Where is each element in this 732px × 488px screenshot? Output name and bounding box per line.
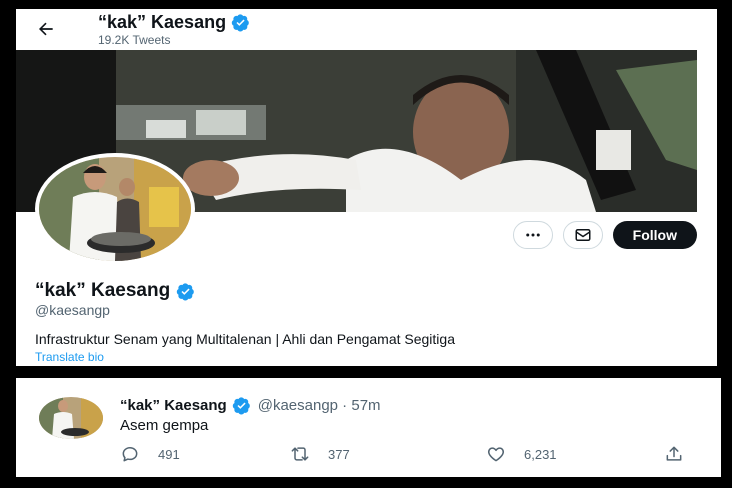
display-name: “kak” Kaesang [35, 280, 171, 301]
retweet-button[interactable]: 377 [290, 444, 350, 464]
profile-header: “kak” Kaesang 19.2K Tweets [16, 9, 717, 51]
message-button[interactable] [562, 221, 603, 249]
profile-handle: @kaesangp [35, 302, 110, 318]
tweet-count: 19.2K Tweets [98, 33, 171, 47]
verified-badge-icon [176, 282, 194, 300]
more-icon [525, 233, 540, 237]
tweet-header: “kak” Kaesang @kaesangp · 57m [120, 396, 381, 415]
profile-avatar[interactable] [35, 153, 195, 265]
follow-button[interactable]: Follow [612, 221, 697, 249]
tweet-text: Asem gempa [120, 417, 209, 434]
tweet-avatar[interactable] [39, 397, 103, 439]
tweet-card[interactable]: “kak” Kaesang @kaesangp · 57m Asem gempa… [16, 378, 721, 477]
reply-count: 491 [158, 446, 180, 462]
reply-button[interactable]: 491 [120, 444, 180, 464]
profile-bio: Infrastruktur Senam yang Multitalenan | … [35, 331, 455, 347]
tweet-author-name[interactable]: “kak” Kaesang [120, 397, 227, 414]
envelope-icon [575, 229, 591, 241]
translate-bio-link[interactable]: Translate bio [35, 350, 104, 364]
tweet-handle-time: @kaesangp · 57m [257, 397, 381, 414]
back-arrow-icon[interactable] [36, 19, 56, 39]
more-options-button[interactable] [512, 221, 553, 249]
share-icon [666, 446, 682, 461]
share-button[interactable] [664, 444, 684, 464]
heart-icon [487, 447, 505, 462]
tweet-actions: 491 377 6,231 [120, 444, 686, 466]
profile-actions: Follow [512, 221, 697, 249]
header-name: “kak” Kaesang [98, 12, 227, 32]
header-name-row: “kak” Kaesang [98, 12, 250, 33]
profile-panel: “kak” Kaesang 19.2K Tweets Follow “kak” … [16, 9, 717, 366]
verified-badge-icon [232, 397, 250, 415]
verified-badge-icon [231, 14, 249, 32]
retweet-count: 377 [328, 446, 350, 462]
retweet-icon [291, 447, 309, 461]
like-button[interactable]: 6,231 [486, 444, 557, 464]
display-name-row: “kak” Kaesang [35, 280, 195, 302]
reply-icon [122, 447, 138, 462]
like-count: 6,231 [524, 446, 557, 462]
